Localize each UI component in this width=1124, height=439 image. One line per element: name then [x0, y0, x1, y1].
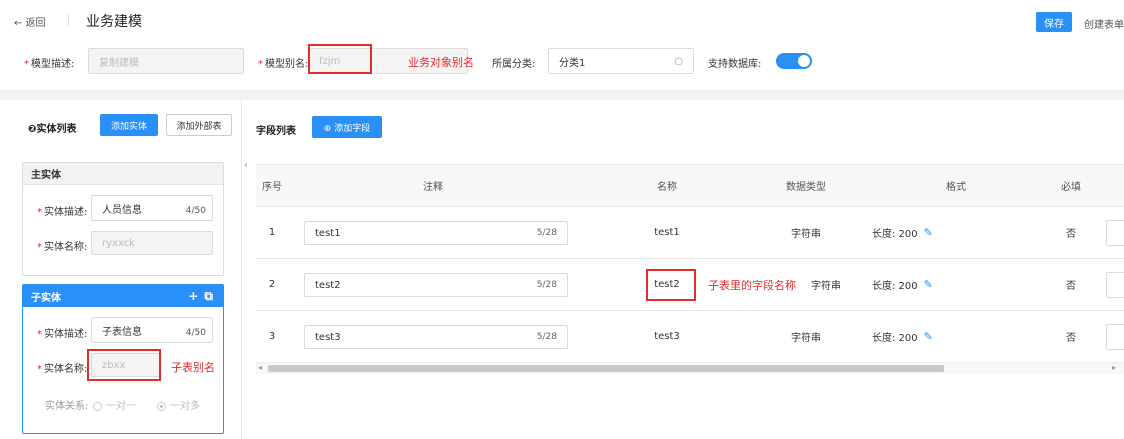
row-index: 1	[268, 227, 276, 238]
alias-annotation: 业务对象别名	[408, 56, 474, 69]
field-name: test3	[654, 331, 680, 342]
sub-alias-annotation: 子表别名	[171, 361, 215, 374]
comment-counter: 5/28	[536, 228, 557, 238]
table-row[interactable]: 2 test2 5/28 test2 子表里的字段名称 字符串 长度: 200 ✎ …	[256, 259, 1124, 311]
horizontal-scrollbar[interactable]: ◂ ▸	[256, 362, 1124, 374]
entity-list-panel: ❷实体列表 添加实体 添加外部表 主实体 * 实体描述: 人员信息 4/50 * 实…	[12, 100, 242, 439]
radio-one-to-many[interactable]	[157, 401, 166, 411]
entity-list-title: ❷实体列表	[28, 124, 77, 135]
divider	[68, 14, 69, 26]
main-entity-name-input[interactable]: ryxxck	[91, 231, 213, 255]
add-external-table-button[interactable]: 添加外部表	[166, 114, 232, 136]
field-required: 否	[1066, 229, 1076, 240]
main-entity-desc-counter: 4/50	[185, 206, 206, 216]
col-index: 序号	[262, 182, 282, 193]
save-button[interactable]: 保存	[1036, 12, 1072, 32]
field-type: 字符串	[811, 281, 841, 292]
edit-pencil-icon[interactable]: ✎	[924, 330, 933, 343]
field-table: 序号 注释 名称 数据类型 格式 必填 1 test1 5/28 test1 字符…	[256, 164, 1124, 363]
add-icon[interactable]: +	[188, 289, 198, 304]
scroll-left-icon[interactable]: ◂	[258, 363, 262, 372]
field-type: 字符串	[791, 333, 821, 344]
field-format: 长度: 200 ✎	[872, 226, 933, 240]
field-type: 字符串	[791, 229, 821, 240]
relation-one-to-one[interactable]: 一对一	[93, 397, 136, 412]
comment-value: test2	[315, 279, 341, 291]
model-form-row: * 模型描述: 复制建模 * 模型别名: fzjm 业务对象别名 所属分类: 分类1…	[10, 40, 1124, 90]
col-name: 名称	[657, 182, 677, 193]
model-alias-label: * 模型别名:	[258, 59, 309, 70]
add-entity-button[interactable]: 添加实体	[100, 114, 158, 136]
table-header-row: 序号 注释 名称 数据类型 格式 必填	[256, 165, 1124, 207]
main-entity-card: 主实体 * 实体描述: 人员信息 4/50 * 实体名称: ryxxck	[22, 162, 224, 276]
sub-entity-name-label: * 实体名称:	[37, 364, 88, 375]
section-divider	[0, 90, 1124, 100]
scrollbar-thumb[interactable]	[268, 365, 944, 372]
comment-counter: 5/28	[536, 332, 557, 342]
create-form-button[interactable]: 创建表单	[1084, 16, 1124, 31]
model-desc-input[interactable]: 复制建模	[88, 48, 244, 74]
copy-icon[interactable]: ⧉	[204, 289, 213, 304]
comment-input[interactable]: test2 5/28	[304, 273, 568, 297]
field-format: 长度: 200 ✎	[872, 330, 933, 344]
sub-entity-desc-counter: 4/50	[185, 328, 206, 338]
sub-alias-highlight-box	[87, 349, 161, 381]
row-index: 3	[268, 331, 276, 342]
col-comment: 注释	[423, 182, 443, 193]
field-list-panel: 字段列表 ⊕ 添加字段 序号 注释 名称 数据类型 格式 必填 1 test1 5…	[256, 100, 1124, 439]
scroll-right-icon[interactable]: ▸	[1112, 363, 1116, 372]
row-index: 2	[268, 279, 276, 290]
sub-entity-desc-label: * 实体描述:	[37, 329, 88, 340]
sub-entity-title: 子实体	[31, 292, 61, 304]
model-desc-label: * 模型描述:	[24, 59, 75, 70]
field-list-title: 字段列表	[256, 126, 296, 137]
field-format: 长度: 200 ✎	[872, 278, 933, 292]
radio-one-to-one[interactable]	[93, 401, 102, 411]
back-link[interactable]: ← 返回	[14, 14, 46, 29]
search-icon[interactable]: ○	[674, 56, 683, 67]
row-action-box[interactable]	[1106, 324, 1124, 350]
field-name-annotation: 子表里的字段名称	[708, 279, 796, 292]
main-entity-desc-input[interactable]: 人员信息 4/50	[91, 195, 213, 221]
category-label: 所属分类:	[492, 59, 536, 70]
support-db-label: 支持数据库:	[708, 59, 762, 70]
toggle-knob	[798, 55, 810, 67]
relation-label: 实体关系:	[45, 401, 89, 412]
top-bar: ← 返回 业务建模 保存 创建表单	[0, 0, 1124, 40]
comment-counter: 5/28	[536, 280, 557, 290]
sub-entity-desc-input[interactable]: 子表信息 4/50	[91, 317, 213, 343]
edit-pencil-icon[interactable]: ✎	[924, 278, 933, 291]
comment-input[interactable]: test3 5/28	[304, 325, 568, 349]
main-entity-header: 主实体	[23, 163, 223, 185]
sub-entity-card[interactable]: 子实体 + ⧉ * 实体描述: 子表信息 4/50 * 实体名称: zbxx 子表别…	[22, 284, 224, 434]
support-db-toggle[interactable]	[776, 53, 812, 69]
sub-entity-header: 子实体 + ⧉	[23, 285, 223, 307]
table-row[interactable]: 1 test1 5/28 test1 字符串 长度: 200 ✎ 否	[256, 207, 1124, 259]
comment-value: test1	[315, 227, 341, 239]
field-name-highlight-box	[646, 269, 696, 301]
category-input[interactable]: 分类1 ○	[548, 48, 694, 74]
category-value: 分类1	[559, 57, 586, 69]
main-entity-name-label: * 实体名称:	[37, 242, 88, 253]
edit-pencil-icon[interactable]: ✎	[924, 226, 933, 239]
field-required: 否	[1066, 333, 1076, 344]
col-required: 必填	[1061, 182, 1081, 193]
comment-input[interactable]: test1 5/28	[304, 221, 568, 245]
collapse-arrow-icon[interactable]: ‹	[244, 160, 248, 171]
main-entity-desc-value: 人员信息	[102, 204, 142, 216]
relation-one-to-many[interactable]: 一对多	[157, 397, 200, 412]
row-action-box[interactable]	[1106, 272, 1124, 298]
comment-value: test3	[315, 331, 341, 343]
row-action-box[interactable]	[1106, 220, 1124, 246]
field-name: test1	[654, 227, 680, 238]
sub-entity-desc-value: 子表信息	[102, 326, 142, 338]
col-format: 格式	[946, 182, 966, 193]
col-data-type: 数据类型	[786, 182, 826, 193]
table-row[interactable]: 3 test3 5/28 test3 字符串 长度: 200 ✎ 否	[256, 311, 1124, 363]
alias-highlight-box	[308, 44, 372, 74]
field-required: 否	[1066, 281, 1076, 292]
add-field-button[interactable]: ⊕ 添加字段	[312, 116, 382, 138]
page-title: 业务建模	[86, 14, 142, 30]
main-entity-desc-label: * 实体描述:	[37, 207, 88, 218]
